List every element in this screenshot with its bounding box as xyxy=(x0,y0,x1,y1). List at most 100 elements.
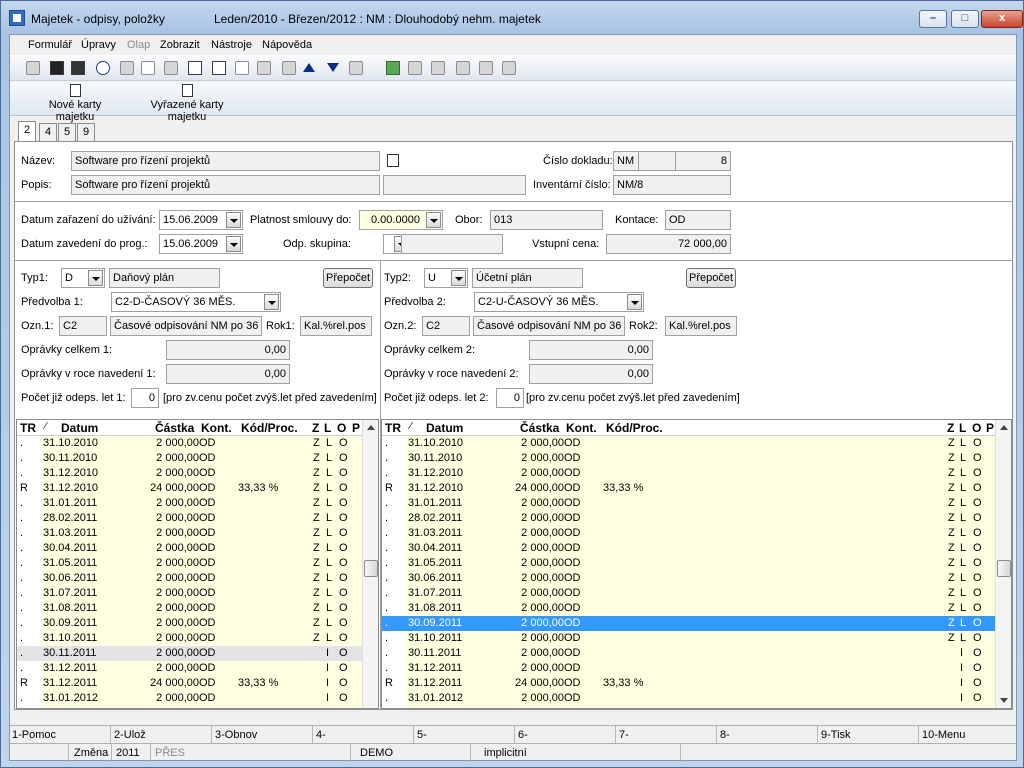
menu-formular[interactable]: Formulář xyxy=(28,39,72,51)
table-row[interactable]: . 30.11.2010 2 000,00 OD Z L O xyxy=(17,451,362,466)
undo-icon[interactable] xyxy=(96,61,110,75)
col-kont[interactable]: Kont. xyxy=(201,421,232,435)
col-datum[interactable]: Datum xyxy=(61,421,98,435)
arrow-up-icon[interactable] xyxy=(303,63,315,72)
accounting-field[interactable]: OD xyxy=(665,210,731,230)
copy-name-icon[interactable] xyxy=(387,154,399,167)
scroll-thumb[interactable] xyxy=(364,560,378,577)
fkey-help[interactable]: 1-Pomoc xyxy=(12,729,56,741)
table-row[interactable]: . 31.03.2011 2 000,00 OD Z L O xyxy=(382,526,995,541)
doc-series-field[interactable]: NM xyxy=(613,151,639,171)
col-z[interactable]: Z xyxy=(947,421,954,435)
date-prog-picker[interactable]: 15.06.2009 xyxy=(159,234,243,254)
chevron-down-icon[interactable] xyxy=(627,294,642,310)
description-extra-field[interactable] xyxy=(383,175,526,195)
mark2-name-field[interactable]: Časové odpisování NM po 36 m xyxy=(473,316,625,336)
name-field[interactable]: Software pro řízení projektů xyxy=(71,151,380,171)
scroll-thumb[interactable] xyxy=(997,560,1011,577)
notes-icon[interactable] xyxy=(502,61,516,75)
tab-9[interactable]: 9 xyxy=(77,123,95,141)
table-row[interactable]: . 31.12.2011 2 000,00 OD I O xyxy=(382,661,995,676)
minimize-button[interactable]: – xyxy=(919,10,947,28)
new-cards-button[interactable]: Nové karty majetku xyxy=(28,84,122,123)
fkey-print[interactable]: 9-Tisk xyxy=(821,729,851,741)
open-icon[interactable] xyxy=(120,61,134,75)
col-tr[interactable]: TR xyxy=(20,421,36,435)
sort-icon[interactable]: ⁄ xyxy=(410,421,412,432)
col-kod[interactable]: Kód/Proc. xyxy=(606,421,663,435)
save-close-icon[interactable] xyxy=(71,61,85,75)
years-count1-field[interactable]: 0 xyxy=(131,388,159,408)
table-row[interactable]: . 31.05.2011 2 000,00 OD Z L O xyxy=(382,556,995,571)
table-row[interactable]: . 28.02.2011 2 000,00 OD Z L O xyxy=(382,511,995,526)
table-row[interactable]: . 31.12.2011 2 000,00 OD I O xyxy=(17,661,362,676)
fkey-6[interactable]: 6- xyxy=(518,729,528,741)
contract-validity-picker[interactable]: 0.00.0000 xyxy=(359,210,443,230)
col-p[interactable]: P xyxy=(352,421,360,435)
table-row[interactable]: . 30.11.2011 2 000,00 OD I O xyxy=(17,646,362,661)
description-field[interactable]: Software pro řízení projektů xyxy=(71,175,380,195)
save-icon[interactable] xyxy=(50,61,64,75)
table-row[interactable]: . 28.02.2011 2 000,00 OD Z L O xyxy=(17,511,362,526)
mark1-name-field[interactable]: Časové odpisování NM po 36 m xyxy=(110,316,262,336)
menu-napoveda[interactable]: Nápověda xyxy=(262,39,312,51)
fkey-menu[interactable]: 10-Menu xyxy=(922,729,965,741)
mail-icon[interactable] xyxy=(479,61,493,75)
table-row[interactable]: . 31.10.2011 2 000,00 OD Z L O xyxy=(17,631,362,646)
fkey-save[interactable]: 2-Ulož xyxy=(114,729,146,741)
find-prev-icon[interactable] xyxy=(456,61,470,75)
menu-nastroje[interactable]: Nástroje xyxy=(211,39,252,51)
years-count2-field[interactable]: 0 xyxy=(496,388,524,408)
right-grid[interactable]: TR ⁄ Datum Částka Kont. Kód/Proc. Z L O … xyxy=(381,419,1012,709)
table-row[interactable]: R 31.12.2010 24 000,00 OD 33,33 % Z L O xyxy=(382,481,995,496)
inventory-field[interactable]: NM/8 xyxy=(613,175,731,195)
year1-field[interactable]: Kal.%rel.pos xyxy=(300,316,372,336)
table-row[interactable]: . 30.11.2011 2 000,00 OD I O xyxy=(382,646,995,661)
accum-total1-field[interactable]: 0,00 xyxy=(166,340,290,360)
discarded-cards-button[interactable]: Vyřazené karty majetku xyxy=(130,84,244,123)
type1-name-field[interactable]: Daňový plán xyxy=(109,268,220,288)
arrow-down-icon[interactable] xyxy=(327,63,339,72)
preset2-select[interactable]: C2-U-ČASOVÝ 36 MĚS. xyxy=(474,292,644,312)
doc-mid-field[interactable] xyxy=(638,151,676,171)
col-o[interactable]: O xyxy=(972,421,981,435)
tab-2[interactable]: 2 xyxy=(18,121,36,142)
table-row[interactable]: . 31.08.2011 2 000,00 OD Z L O xyxy=(17,601,362,616)
chevron-down-icon[interactable] xyxy=(426,212,441,228)
copy-icon[interactable] xyxy=(164,61,178,75)
chevron-down-icon[interactable] xyxy=(264,294,279,310)
col-datum[interactable]: Datum xyxy=(426,421,463,435)
chevron-down-icon[interactable] xyxy=(226,236,241,252)
table-row[interactable]: . 30.04.2011 2 000,00 OD Z L O xyxy=(382,541,995,556)
table-row[interactable]: . 30.09.2011 2 000,00 OD Z L O xyxy=(382,616,995,631)
fkey-5[interactable]: 5- xyxy=(417,729,427,741)
fkey-7[interactable]: 7- xyxy=(619,729,629,741)
accum-year1-field[interactable]: 0,00 xyxy=(166,364,290,384)
table-row[interactable]: . 31.05.2011 2 000,00 OD Z L O xyxy=(17,556,362,571)
col-kod[interactable]: Kód/Proc. xyxy=(241,421,298,435)
accum-year2-field[interactable]: 0,00 xyxy=(529,364,653,384)
menu-olap[interactable]: Olap xyxy=(127,39,150,51)
fkey-8[interactable]: 8- xyxy=(720,729,730,741)
recalc1-button[interactable]: Přepočet xyxy=(323,268,373,288)
depr-group-name-field[interactable] xyxy=(401,234,503,254)
table-row[interactable]: . 31.07.2011 2 000,00 OD Z L O xyxy=(17,586,362,601)
table-row[interactable]: R 31.12.2011 24 000,00 OD 33,33 % I O xyxy=(17,676,362,691)
col-l[interactable]: L xyxy=(959,421,966,435)
col-l[interactable]: L xyxy=(324,421,331,435)
tree-icon[interactable] xyxy=(26,61,40,75)
col-kont[interactable]: Kont. xyxy=(566,421,597,435)
tab-5[interactable]: 5 xyxy=(58,123,76,141)
sort-icon[interactable]: ⁄ xyxy=(45,421,47,432)
table-row[interactable]: R 31.12.2011 24 000,00 OD 33,33 % I O xyxy=(382,676,995,691)
maximize-button[interactable]: □ xyxy=(951,10,979,28)
table-row[interactable]: . 31.01.2012 2 000,00 OD I O xyxy=(17,691,362,706)
col-o[interactable]: O xyxy=(337,421,346,435)
type1-select[interactable]: D xyxy=(61,268,105,288)
table-row[interactable]: . 31.10.2011 2 000,00 OD Z L O xyxy=(382,631,995,646)
doc-number-field[interactable]: 8 xyxy=(675,151,731,171)
table-row[interactable]: . 31.07.2011 2 000,00 OD Z L O xyxy=(382,586,995,601)
new-icon[interactable] xyxy=(141,61,155,75)
table-row[interactable]: . 31.10.2010 2 000,00 OD Z L O xyxy=(382,436,995,451)
find-icon[interactable] xyxy=(408,61,422,75)
